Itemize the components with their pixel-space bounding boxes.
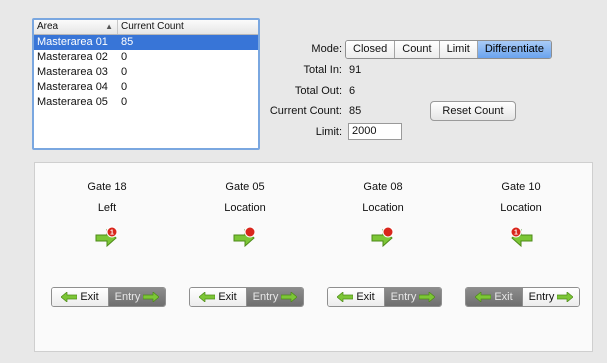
exit-arrow-left-icon xyxy=(337,292,354,302)
entry-button[interactable]: Entry xyxy=(246,288,303,306)
exit-arrow-right-icon xyxy=(371,226,394,248)
limit-label: Limit: xyxy=(315,126,342,138)
exit-arrow-right-icon: 1 xyxy=(95,226,118,248)
gates-panel: Gate 18 Left 1 Exit Entry Gate 05 Locati… xyxy=(34,162,593,352)
mode-differentiate-button[interactable]: Differentiate xyxy=(477,41,551,58)
mode-label: Mode: xyxy=(311,43,342,55)
sort-ascending-icon: ▲ xyxy=(105,22,113,31)
exit-arrow-right-icon xyxy=(233,226,256,248)
exit-arrow-left-icon xyxy=(61,292,78,302)
mode-closed-button[interactable]: Closed xyxy=(346,41,396,58)
mode-segmented-control[interactable]: Closed Count Limit Differentiate xyxy=(345,40,552,59)
entry-arrow-right-icon xyxy=(281,292,298,302)
exit-button[interactable]: Exit xyxy=(52,288,108,306)
total-in-label: Total In: xyxy=(303,64,342,76)
exit-entry-toggle[interactable]: Exit Entry xyxy=(465,287,580,307)
gate-location: Left xyxy=(97,202,117,214)
area-table-header: Area ▲ Current Count xyxy=(34,20,258,35)
entry-arrow-right-icon xyxy=(557,292,574,302)
current-count-column-header[interactable]: Current Count xyxy=(118,20,187,34)
current-count-label: Current Count: xyxy=(269,105,342,117)
gate-location: Location xyxy=(500,202,542,214)
entry-arrow-right-icon xyxy=(143,292,160,302)
limit-input[interactable]: 2000 xyxy=(348,123,402,140)
current-count-value: 85 xyxy=(349,105,362,117)
gate-location: Location xyxy=(224,202,266,214)
entry-arrow-left-icon: 1 xyxy=(510,226,533,248)
entry-button[interactable]: Entry xyxy=(108,288,165,306)
alert-badge-icon xyxy=(244,226,256,238)
alert-badge-count: 1 xyxy=(110,230,114,237)
total-in-value: 91 xyxy=(349,64,362,76)
exit-arrow-left-icon xyxy=(475,292,492,302)
exit-arrow-left-icon xyxy=(199,292,216,302)
entry-button[interactable]: Entry xyxy=(522,288,579,306)
gate-name: Gate 05 xyxy=(225,181,265,193)
reset-count-button[interactable]: Reset Count xyxy=(430,101,516,121)
exit-entry-toggle[interactable]: Exit Entry xyxy=(189,287,304,307)
area-column-header[interactable]: Area ▲ xyxy=(34,20,118,34)
mode-count-button[interactable]: Count xyxy=(395,41,440,58)
exit-entry-toggle[interactable]: Exit Entry xyxy=(51,287,166,307)
entry-arrow-right-icon xyxy=(419,292,436,302)
gate-name: Gate 10 xyxy=(501,181,541,193)
alert-badge-icon xyxy=(382,226,394,238)
total-out-value: 6 xyxy=(349,85,356,97)
alert-badge-count: 1 xyxy=(514,230,518,237)
exit-entry-toggle[interactable]: Exit Entry xyxy=(327,287,442,307)
gate-location: Location xyxy=(362,202,404,214)
entry-button[interactable]: Entry xyxy=(384,288,441,306)
gate-name: Gate 18 xyxy=(87,181,127,193)
exit-button[interactable]: Exit xyxy=(466,288,522,306)
exit-button[interactable]: Exit xyxy=(190,288,246,306)
exit-button[interactable]: Exit xyxy=(328,288,384,306)
total-out-label: Total Out: xyxy=(294,85,342,97)
mode-limit-button[interactable]: Limit xyxy=(439,41,478,58)
gate-name: Gate 08 xyxy=(363,181,403,193)
